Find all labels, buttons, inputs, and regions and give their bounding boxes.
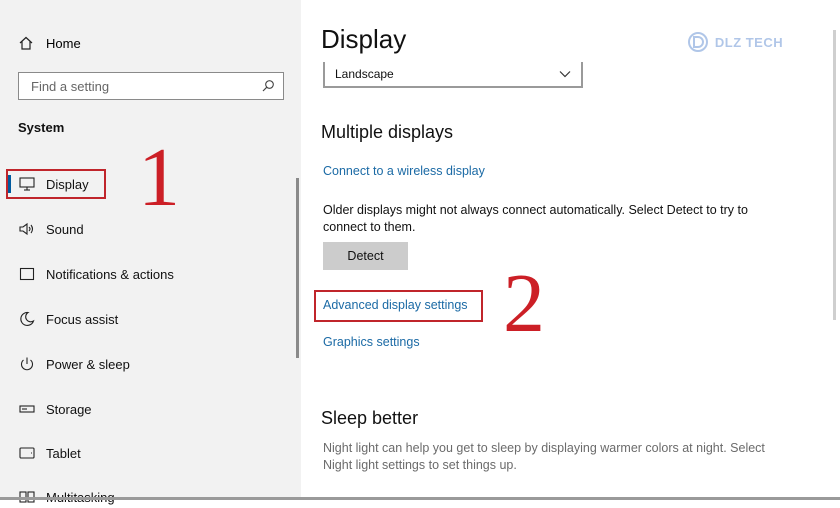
section-title-system: System [18,120,65,135]
moon-icon [18,310,36,328]
sleep-better-heading: Sleep better [321,408,419,428]
sidebar-item-sound[interactable]: Sound [18,218,84,240]
connect-wireless-display-link[interactable]: Connect to a wireless display [323,164,485,178]
chevron-down-icon [559,71,571,78]
notification-icon [18,265,36,283]
power-icon [18,355,36,373]
find-setting-search[interactable] [18,72,284,100]
sidebar-item-home[interactable]: Home [18,32,81,54]
orientation-dropdown[interactable]: Landscape [323,62,583,88]
home-icon [19,36,33,50]
watermark-text: DLZ TECH [714,34,784,50]
older-displays-text: Older displays might not always connect … [323,203,748,234]
sidebar-scrollbar[interactable] [296,178,299,358]
sidebar-item-label: Tablet [46,445,81,461]
watermark-logo: DLZ TECH [671,26,799,58]
sidebar-item-label: Storage [46,401,92,417]
sidebar-item-label: Focus assist [46,311,119,327]
detect-button[interactable]: Detect [323,242,408,270]
night-light-text: Night light can help you get to sleep by… [323,441,765,472]
dlz-logo-icon [687,32,708,52]
search-input[interactable] [29,77,261,95]
orientation-value: Landscape [335,67,394,81]
tablet-icon [18,444,36,462]
multiple-displays-heading: Multiple displays [321,122,454,142]
sidebar-item-focus-assist[interactable]: Focus assist [18,308,118,330]
sidebar-item-label: Sound [46,221,84,237]
page-title: Display [321,24,407,54]
highlight-box-advanced [314,290,483,322]
display-settings-panel: Display DLZ TECH Landscape Multiple disp… [301,0,840,500]
speaker-icon [18,220,36,238]
sidebar-item-storage[interactable]: Storage [18,398,92,420]
home-label: Home [46,35,81,51]
sidebar-item-notifications[interactable]: Notifications & actions [18,263,174,285]
settings-sidebar: Home System Display Sound Notifications … [0,0,301,505]
storage-icon [18,400,36,418]
main-scrollbar[interactable] [833,30,836,320]
sidebar-item-label: Notifications & actions [46,266,174,282]
step-number-1: 1 [138,131,180,224]
highlight-box-display [6,169,106,199]
step-number-2: 2 [503,257,545,350]
graphics-settings-link[interactable]: Graphics settings [323,335,420,349]
sidebar-item-label: Power & sleep [46,356,130,372]
sidebar-item-tablet[interactable]: Tablet [18,442,81,464]
search-icon[interactable] [261,79,275,93]
sidebar-item-power-sleep[interactable]: Power & sleep [18,353,130,375]
